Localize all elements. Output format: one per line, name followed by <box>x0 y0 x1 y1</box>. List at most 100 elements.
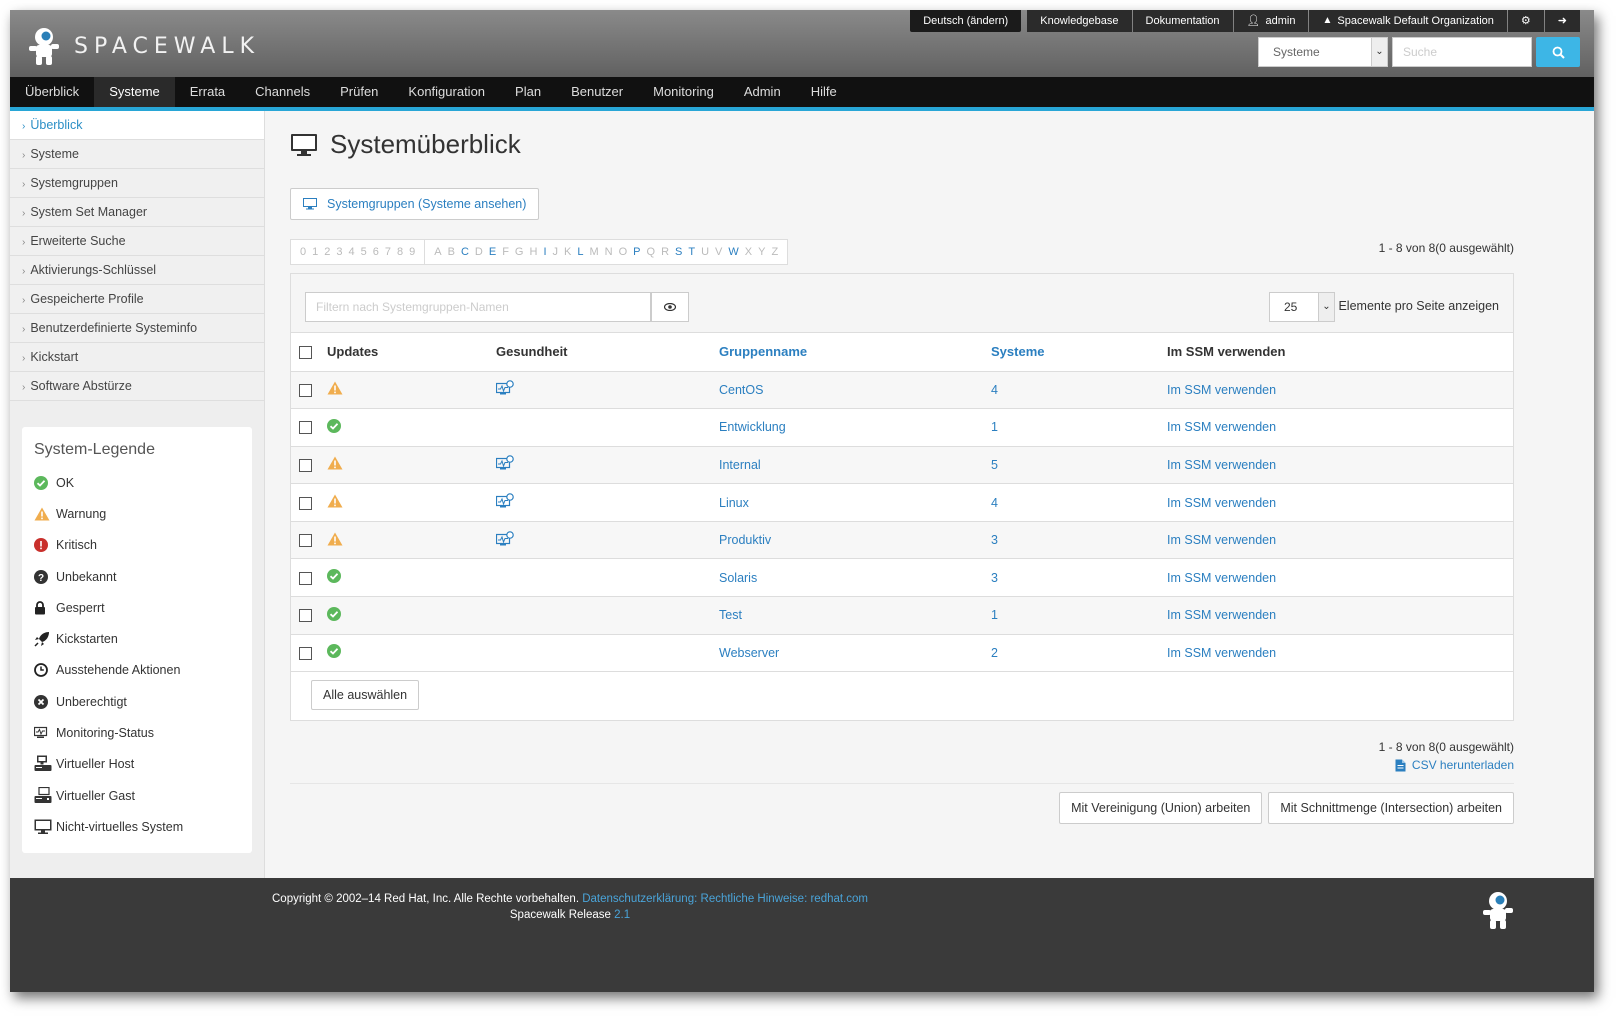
user-link[interactable]: 👤︎ admin <box>1233 10 1309 32</box>
sidebar-item-4[interactable]: › Erweiterte Suche <box>10 227 264 256</box>
alpha-letter[interactable]: W <box>728 246 738 258</box>
preferences-button[interactable]: ⚙ <box>1507 10 1544 32</box>
privacy-link[interactable]: Datenschutzerklärung <box>582 893 694 905</box>
knowledgebase-link[interactable]: Knowledgebase <box>1027 10 1132 32</box>
sidebar-item-7[interactable]: › Benutzerdefinierte Systeminfo <box>10 314 264 343</box>
nav-item-5[interactable]: Konfiguration <box>393 77 500 107</box>
monitoring-status-icon[interactable] <box>495 530 514 550</box>
alpha-letter[interactable]: E <box>489 246 496 258</box>
nav-item-4[interactable]: Prüfen <box>325 77 393 107</box>
nav-item-1[interactable]: Systeme <box>94 77 175 107</box>
alpha-letter[interactable]: I <box>543 246 546 258</box>
row-checkbox[interactable] <box>299 647 312 661</box>
select-all-button[interactable]: Alle auswählen <box>311 680 420 710</box>
group-name-link[interactable]: CentOS <box>719 371 991 410</box>
alpha-letter[interactable]: T <box>688 246 695 258</box>
nav-item-3[interactable]: Channels <box>240 77 325 107</box>
nav-item-7[interactable]: Benutzer <box>556 77 638 107</box>
row-checkbox[interactable] <box>299 609 312 623</box>
nav-item-6[interactable]: Plan <box>500 77 556 107</box>
system-groups-button[interactable]: Systemgruppen (Systeme ansehen) <box>290 188 540 220</box>
row-checkbox[interactable] <box>299 421 312 435</box>
alpha-letter[interactable]: C <box>461 246 469 258</box>
alpha-letter[interactable]: L <box>577 246 583 258</box>
group-name-link[interactable]: Solaris <box>719 558 991 598</box>
column-systems[interactable]: Systeme <box>991 333 1167 372</box>
sidebar-item-9[interactable]: › Software Abstürze <box>10 372 264 401</box>
use-in-ssm-link[interactable]: Im SSM verwenden <box>1167 483 1513 522</box>
intersection-button[interactable]: Mit Schnittmenge (Intersection) arbeiten <box>1268 792 1514 824</box>
sidebar-item-6[interactable]: › Gespeicherte Profile <box>10 285 264 314</box>
systems-count-link[interactable]: 2 <box>991 634 1167 673</box>
systems-count-link[interactable]: 3 <box>991 558 1167 598</box>
systems-count-link[interactable]: 5 <box>991 446 1167 485</box>
systems-count-link[interactable]: 4 <box>991 371 1167 410</box>
nav-item-0[interactable]: Überblick <box>10 77 94 107</box>
nav-item-2[interactable]: Errata <box>175 77 240 107</box>
filter-input[interactable]: Filtern nach Systemgruppen-Namen <box>305 292 651 322</box>
group-name-link[interactable]: Internal <box>719 446 991 485</box>
monitoring-status-icon[interactable] <box>495 380 514 399</box>
row-checkbox[interactable] <box>299 459 312 473</box>
footer: Copyright © 2002–14 Red Hat, Inc. Alle R… <box>10 878 1594 992</box>
use-in-ssm-link[interactable]: Im SSM verwenden <box>1167 446 1513 485</box>
alpha-letter[interactable]: P <box>633 246 640 258</box>
use-in-ssm-link[interactable]: Im SSM verwenden <box>1167 408 1513 447</box>
nav-item-9[interactable]: Admin <box>729 77 796 107</box>
legend-label: Ausstehende Aktionen <box>56 663 181 678</box>
sidebar-item-5[interactable]: › Aktivierungs-Schlüssel <box>10 256 264 285</box>
systems-count-link[interactable]: 1 <box>991 596 1167 635</box>
monitoring-status-icon[interactable] <box>495 493 514 512</box>
sidebar-item-0[interactable]: › Überblick <box>10 111 264 140</box>
groups-table: Updates Gesundheit Gruppenname Systeme I… <box>291 333 1513 673</box>
group-name-link[interactable]: Produktiv <box>719 521 991 560</box>
sidebar-item-label: Kickstart <box>30 350 79 364</box>
documentation-link[interactable]: Dokumentation <box>1132 10 1233 32</box>
systems-count-link[interactable]: 4 <box>991 483 1167 522</box>
row-checkbox[interactable] <box>299 496 312 510</box>
systems-count-link[interactable]: 3 <box>991 521 1167 560</box>
redhat-link[interactable]: redhat.com <box>810 893 868 905</box>
row-checkbox[interactable] <box>299 571 312 585</box>
systems-count-link[interactable]: 1 <box>991 408 1167 447</box>
group-name-link[interactable]: Webserver <box>719 634 991 673</box>
select-all-checkbox[interactable] <box>299 346 312 360</box>
row-checkbox[interactable] <box>299 534 312 548</box>
use-in-ssm-link[interactable]: Im SSM verwenden <box>1167 521 1513 560</box>
nav-item-8[interactable]: Monitoring <box>638 77 729 107</box>
monitoring-status-icon[interactable] <box>495 455 514 474</box>
use-in-ssm-link[interactable]: Im SSM verwenden <box>1167 596 1513 635</box>
group-name-link[interactable]: Test <box>719 596 991 635</box>
use-in-ssm-link[interactable]: Im SSM verwenden <box>1167 634 1513 673</box>
updates-cell <box>327 521 496 560</box>
column-group-name[interactable]: Gruppenname <box>719 333 991 372</box>
language-link[interactable]: Deutsch (ändern) <box>910 10 1022 32</box>
csv-download-link[interactable]: CSV herunterladen <box>1395 758 1514 772</box>
rocket-icon <box>34 631 56 647</box>
filter-button[interactable] <box>651 292 689 322</box>
spacewalk-logo[interactable]: SPACEWALK <box>26 24 260 68</box>
group-name-link[interactable]: Entwicklung <box>719 408 991 447</box>
legal-link[interactable]: Rechtliche Hinweise <box>701 893 805 905</box>
row-checkbox[interactable] <box>299 383 312 397</box>
use-in-ssm-link[interactable]: Im SSM verwenden <box>1167 558 1513 598</box>
sidebar-item-8[interactable]: › Kickstart <box>10 343 264 372</box>
alpha-letter[interactable]: S <box>675 246 682 258</box>
per-page-label: Elemente pro Seite anzeigen <box>1338 299 1499 313</box>
chevron-right-icon: › <box>22 295 26 306</box>
nav-item-10[interactable]: Hilfe <box>796 77 852 107</box>
organization-link[interactable]: ▲ Spacewalk Default Organization <box>1309 10 1507 32</box>
sidebar-item-2[interactable]: › Systemgruppen <box>10 169 264 198</box>
search-input[interactable]: Suche <box>1392 37 1532 67</box>
union-button[interactable]: Mit Vereinigung (Union) arbeiten <box>1059 792 1263 824</box>
search-button[interactable] <box>1536 37 1580 67</box>
health-cell <box>496 596 719 635</box>
use-in-ssm-link[interactable]: Im SSM verwenden <box>1167 371 1513 410</box>
per-page-select[interactable]: 25 ⌄ <box>1269 292 1335 322</box>
sidebar-item-3[interactable]: › System Set Manager <box>10 198 264 227</box>
alpha-letter: A <box>434 246 442 258</box>
sidebar-item-1[interactable]: › Systeme <box>10 140 264 169</box>
search-scope-select[interactable]: Systeme ⌄ <box>1258 37 1388 67</box>
group-name-link[interactable]: Linux <box>719 483 991 522</box>
logout-button[interactable]: ➜ <box>1544 10 1580 32</box>
